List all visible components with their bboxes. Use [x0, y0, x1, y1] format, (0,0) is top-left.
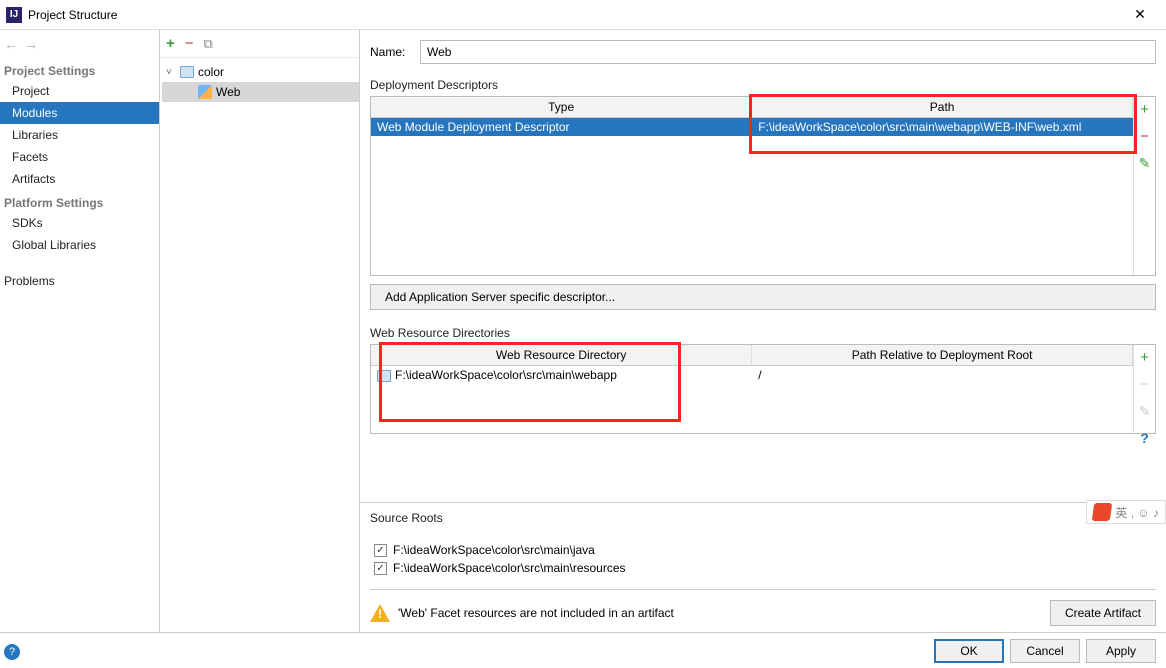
add-descriptor-icon[interactable]: +: [1140, 101, 1149, 118]
sidebar-item-artifacts[interactable]: Artifacts: [0, 168, 159, 190]
wrd-row[interactable]: F:\ideaWorkSpace\color\src\main\webapp /: [371, 366, 1133, 385]
checkbox-icon[interactable]: [374, 544, 387, 557]
sidebar-item-project[interactable]: Project: [0, 80, 159, 102]
checkbox-icon[interactable]: [374, 562, 387, 575]
add-wrd-icon[interactable]: +: [1140, 349, 1149, 366]
col-wrd[interactable]: Web Resource Directory: [371, 345, 752, 366]
sogou-icon: [1092, 503, 1113, 521]
name-input[interactable]: [420, 40, 1156, 64]
source-root-path: F:\ideaWorkSpace\color\src\main\resource…: [393, 561, 626, 575]
section-platform-settings: Platform Settings: [0, 190, 159, 212]
web-resource-dirs-label: Web Resource Directories: [360, 326, 1166, 344]
tree-label: color: [198, 65, 224, 79]
remove-descriptor-icon[interactable]: −: [1140, 128, 1149, 145]
remove-module-icon[interactable]: −: [185, 35, 194, 52]
source-roots-list: F:\ideaWorkSpace\color\src\main\java F:\…: [370, 539, 1156, 579]
forward-icon[interactable]: →: [24, 36, 38, 52]
name-row: Name:: [360, 40, 1166, 64]
copy-module-icon[interactable]: ⧉: [204, 36, 213, 52]
web-facet-icon: [198, 85, 212, 99]
source-root-item[interactable]: F:\ideaWorkSpace\color\src\main\resource…: [374, 561, 1156, 575]
section-project-settings: Project Settings: [0, 58, 159, 80]
folder-icon: [377, 370, 391, 382]
deploy-row[interactable]: Web Module Deployment Descriptor F:\idea…: [371, 118, 1133, 137]
tree-node-color[interactable]: ˅ color: [162, 62, 359, 82]
create-artifact-button[interactable]: Create Artifact: [1050, 600, 1156, 626]
wrd-dir-cell: F:\ideaWorkSpace\color\src\main\webapp: [371, 366, 752, 385]
add-server-descriptor-button-real[interactable]: Add Application Server specific descript…: [370, 284, 1156, 310]
source-root-item[interactable]: F:\ideaWorkSpace\color\src\main\java: [374, 543, 1156, 557]
tree-node-web[interactable]: Web: [162, 82, 359, 102]
name-label: Name:: [370, 45, 420, 59]
source-root-path: F:\ideaWorkSpace\color\src\main\java: [393, 543, 595, 557]
deploy-actions: + − ✎: [1133, 97, 1155, 275]
remove-wrd-icon[interactable]: −: [1140, 376, 1149, 393]
dialog-footer: ? OK Cancel Apply: [0, 632, 1166, 668]
apply-button[interactable]: Apply: [1086, 639, 1156, 663]
ok-button[interactable]: OK: [934, 639, 1004, 663]
back-icon[interactable]: ←: [4, 36, 18, 52]
history-toolbar: ← →: [0, 30, 159, 58]
deployment-descriptors-grid: Type Path Web Module Deployment Descript…: [370, 96, 1156, 276]
window-title: Project Structure: [28, 8, 1120, 22]
sidebar-item-sdks[interactable]: SDKs: [0, 212, 159, 234]
sidebar-item-problems[interactable]: Problems: [0, 270, 159, 292]
sidebar-item-global-libraries[interactable]: Global Libraries: [0, 234, 159, 256]
deployment-descriptors-label: Deployment Descriptors: [360, 78, 1166, 96]
sidebar-item-facets[interactable]: Facets: [0, 146, 159, 168]
module-tree-panel: + − ⧉ ˅ color Web: [160, 30, 360, 632]
app-icon: IJ: [6, 7, 22, 23]
warning-text: 'Web' Facet resources are not included i…: [398, 606, 674, 620]
warning-row: 'Web' Facet resources are not included i…: [370, 589, 1156, 626]
deploy-table[interactable]: Type Path Web Module Deployment Descript…: [371, 97, 1133, 136]
cancel-button[interactable]: Cancel: [1010, 639, 1080, 663]
sidebar-item-libraries[interactable]: Libraries: [0, 124, 159, 146]
warning-icon: [370, 604, 390, 622]
facet-content: Name: Deployment Descriptors Type Path W…: [360, 30, 1166, 632]
tree-toolbar: + − ⧉: [160, 30, 359, 58]
help-icon[interactable]: ?: [4, 644, 20, 660]
main-area: ← → Project Settings Project Modules Lib…: [0, 30, 1166, 632]
close-icon[interactable]: ✕: [1120, 6, 1160, 23]
col-rel[interactable]: Path Relative to Deployment Root: [752, 345, 1133, 366]
col-path[interactable]: Path: [752, 97, 1133, 118]
sidebar-item-modules[interactable]: Modules: [0, 102, 159, 124]
col-type[interactable]: Type: [371, 97, 752, 118]
deploy-path-cell: F:\ideaWorkSpace\color\src\main\webapp\W…: [752, 118, 1133, 137]
wrd-dir-text: F:\ideaWorkSpace\color\src\main\webapp: [395, 368, 617, 382]
web-resource-grid: Web Resource Directory Path Relative to …: [370, 344, 1156, 434]
edit-wrd-icon[interactable]: ✎: [1139, 403, 1151, 420]
help-wrd-icon[interactable]: ?: [1140, 430, 1149, 446]
deploy-type-cell: Web Module Deployment Descriptor: [371, 118, 752, 137]
settings-sidebar: ← → Project Settings Project Modules Lib…: [0, 30, 160, 632]
edit-descriptor-icon[interactable]: ✎: [1139, 155, 1151, 172]
wrd-rel-cell: /: [752, 366, 1133, 385]
source-roots-label: Source Roots: [360, 502, 1166, 529]
tree-label: Web: [216, 85, 240, 99]
ime-text: 英 , ☺ ♪: [1115, 504, 1159, 521]
wrd-table[interactable]: Web Resource Directory Path Relative to …: [371, 345, 1133, 384]
add-module-icon[interactable]: +: [166, 35, 175, 52]
tree-body: ˅ color Web: [160, 58, 359, 102]
wrd-actions: + − ✎ ?: [1133, 345, 1155, 433]
title-bar: IJ Project Structure ✕: [0, 0, 1166, 30]
ime-bar[interactable]: 英 , ☺ ♪: [1086, 500, 1166, 524]
module-icon: [180, 66, 194, 78]
expand-icon[interactable]: ˅: [166, 67, 176, 78]
